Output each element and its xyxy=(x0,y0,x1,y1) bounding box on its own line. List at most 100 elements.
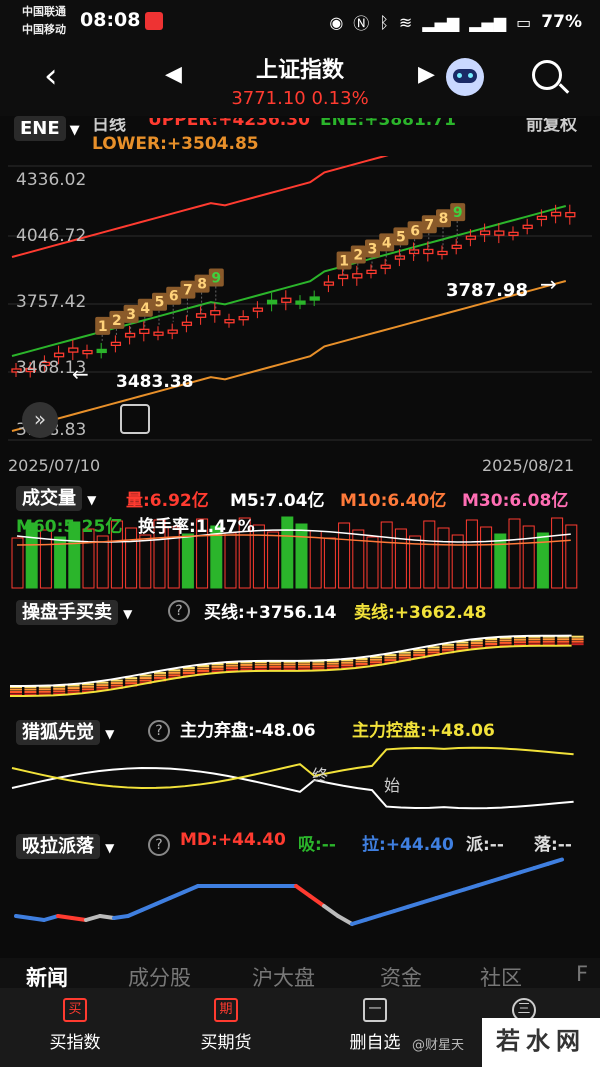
volume-bar xyxy=(96,535,109,589)
trader-ribbon-bar xyxy=(154,674,166,677)
sequence-number: 2 xyxy=(112,313,122,329)
sequence-number: 5 xyxy=(155,295,165,311)
fox-chart[interactable] xyxy=(0,738,600,818)
bottom-tabs: 新闻 成分股 沪大盘 资金 社区 F xyxy=(0,958,600,990)
xila-segment xyxy=(42,914,60,922)
bluetooth-icon: ᛒ xyxy=(379,12,389,32)
buy-futures-button[interactable]: 期 买期货 xyxy=(188,998,264,1053)
volume-bar xyxy=(267,531,280,589)
trader-ribbon-bar xyxy=(485,640,498,643)
sequence-marks: 1 2 3 4 5 6 7 8 91 2 3 4 5 6 7 8 9 xyxy=(95,203,466,341)
trader-ribbon-bar xyxy=(298,665,310,668)
buy-index-button[interactable]: 买 买指数 xyxy=(40,998,110,1053)
buy-icon: 买 xyxy=(63,998,87,1022)
trader-ribbon-bar xyxy=(485,643,498,646)
candle-body xyxy=(266,299,278,305)
sequence-number: 4 xyxy=(382,235,392,251)
sequence-number: 8 xyxy=(439,211,449,227)
source-credit: @财星天 xyxy=(411,1038,464,1053)
trader-ribbon-bar xyxy=(542,640,555,643)
high-annotation: 3787.98 xyxy=(446,280,528,301)
fast-forward-icon[interactable]: » xyxy=(22,402,58,438)
trader-ribbon-bar xyxy=(442,646,454,649)
trader-ribbon-bar xyxy=(96,684,109,687)
volume-bar xyxy=(224,532,237,589)
xila-segment xyxy=(364,913,382,922)
volume-bar xyxy=(125,527,138,589)
trader-ribbon-bar xyxy=(427,648,440,651)
candle-body xyxy=(451,244,462,249)
volume-m60: M60:5.25亿 xyxy=(16,517,123,537)
volume-bar xyxy=(380,521,393,589)
ene-indicator-select[interactable]: ENE ▼ xyxy=(14,116,80,141)
right-arrow-icon: → xyxy=(540,272,557,296)
sequence-number: 7 xyxy=(183,283,193,299)
trader-ribbon-bar xyxy=(341,664,354,667)
trader-ribbon-bar xyxy=(528,638,541,641)
trader-ribbon-bar xyxy=(312,663,325,666)
trader-ribbon-bar xyxy=(557,638,570,641)
tab-more[interactable]: F xyxy=(576,962,588,986)
nfc-icon: Ⓝ xyxy=(353,14,370,33)
xila-segment xyxy=(308,894,326,908)
xila-segment xyxy=(56,914,74,920)
trader-chart[interactable] xyxy=(0,618,600,704)
trader-ribbon-bar xyxy=(38,688,51,691)
next-stock-icon[interactable]: ▶ xyxy=(418,62,435,87)
carrier-2: 中国移动 xyxy=(22,23,66,36)
ene-indicator-label: ENE xyxy=(14,116,66,141)
fullscreen-icon[interactable] xyxy=(120,404,150,434)
signal-icon: ▂▄▆ xyxy=(422,12,460,32)
trader-ribbon-bar xyxy=(398,656,411,659)
trader-ribbon-bar xyxy=(226,664,238,667)
volume-bar xyxy=(423,520,436,589)
trader-ribbon-bar xyxy=(571,640,584,643)
candle-body xyxy=(550,211,562,217)
trader-ribbon-bar xyxy=(398,654,411,657)
volume-indicator-select[interactable]: 成交量 ▼ xyxy=(16,484,96,511)
robot-assistant-icon[interactable] xyxy=(446,58,484,96)
xila-segment xyxy=(126,908,144,918)
sequence-number: 3 xyxy=(368,241,378,257)
carrier-1: 中国联通 xyxy=(22,5,66,18)
trader-ribbon-bar xyxy=(53,687,66,690)
trader-ribbon-bar xyxy=(571,638,584,641)
futures-icon: 期 xyxy=(214,998,238,1022)
xila-chart[interactable] xyxy=(0,850,600,940)
buy-futures-label: 买期货 xyxy=(200,1033,252,1053)
trader-ribbon-bar xyxy=(557,640,570,643)
trader-ribbon-bar xyxy=(542,638,555,641)
trader-ribbon-bar xyxy=(427,651,440,654)
candle-body xyxy=(465,235,477,240)
xila-segment xyxy=(532,861,550,871)
trader-ribbon-bar xyxy=(413,651,426,654)
delete-icon: 一 xyxy=(363,998,387,1022)
candle-body xyxy=(437,250,448,256)
sequence-number: 8 xyxy=(197,277,207,293)
trader-ribbon-bar xyxy=(413,654,426,657)
sequence-number: 6 xyxy=(410,223,420,239)
xila-md-line xyxy=(14,857,564,926)
candle-body xyxy=(124,332,136,338)
sequence-number: 3 xyxy=(126,307,136,323)
xila-segment xyxy=(406,900,424,909)
main-kline-chart[interactable]: 1 2 3 4 5 6 7 8 91 2 3 4 5 6 7 8 9 xyxy=(0,156,600,452)
trader-ribbon-bar xyxy=(139,679,152,682)
volume-bar xyxy=(323,537,336,589)
candle-body xyxy=(494,230,505,236)
xila-segment xyxy=(322,904,340,918)
sequence-number: 9 xyxy=(211,271,221,287)
page-title: 上证指数 xyxy=(255,58,344,83)
buy-index-label: 买指数 xyxy=(49,1033,101,1053)
trader-ribbon-bar xyxy=(370,661,382,664)
xila-segment xyxy=(518,866,536,875)
candle-body xyxy=(337,274,349,280)
trader-ribbon-bar xyxy=(254,666,267,669)
trader-ribbon-bar xyxy=(168,674,181,677)
volume-bar xyxy=(366,536,379,589)
xila-segment xyxy=(476,879,494,888)
trader-ribbon-bar xyxy=(528,640,541,643)
trader-ribbon-bar xyxy=(182,669,195,672)
search-icon[interactable] xyxy=(532,60,570,94)
xila-segment xyxy=(294,884,312,898)
